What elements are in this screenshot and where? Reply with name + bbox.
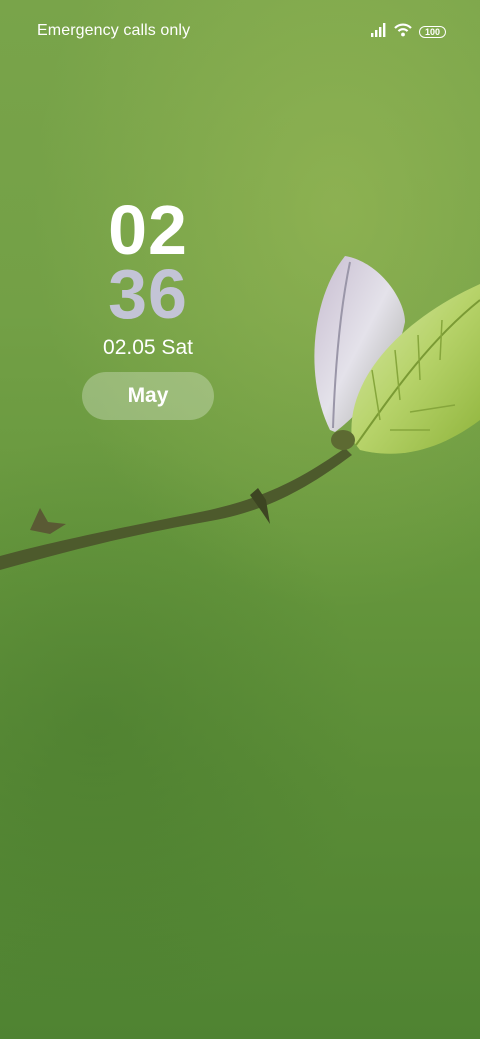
month-pill-label: May	[127, 384, 169, 407]
wifi-icon	[394, 23, 412, 42]
status-icons: 100	[371, 22, 446, 42]
signal-icon	[371, 22, 387, 42]
clock-hours: 02	[108, 191, 188, 269]
branch-with-leaves-image	[0, 256, 480, 570]
carrier-text: Emergency calls only	[37, 22, 191, 39]
date-text: 02.05 Sat	[103, 336, 193, 359]
status-bar: Emergency calls only 100	[0, 0, 480, 64]
lock-screen-clock: 02 36	[82, 191, 214, 333]
battery-icon: 100	[419, 26, 446, 38]
month-pill-button[interactable]: May	[82, 372, 214, 420]
clock-minutes: 36	[108, 255, 188, 333]
wallpaper	[0, 0, 480, 1039]
